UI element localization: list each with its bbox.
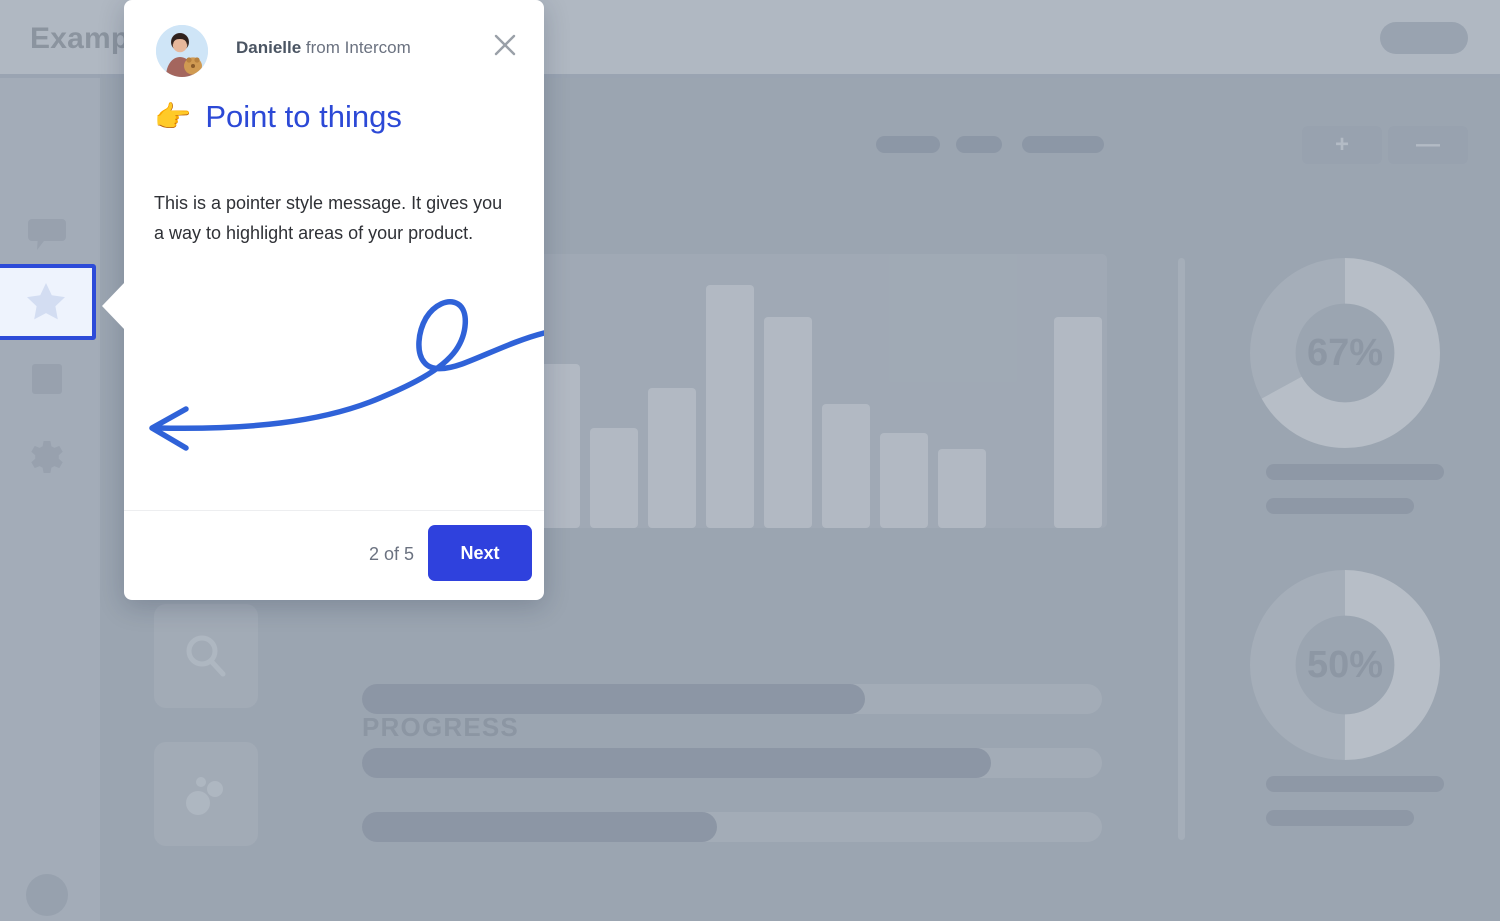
tooltip-title-row: 👉 Point to things (154, 98, 534, 137)
chart-bar (648, 388, 696, 528)
header-action-pill[interactable] (1380, 22, 1468, 54)
chart-bar (764, 316, 812, 528)
pointer-message-tooltip: Danielle from Intercom 👉 Point to things… (102, 0, 544, 600)
donut-caption-line-2 (1266, 498, 1414, 514)
sender-label: Danielle from Intercom (236, 38, 411, 58)
donut-chart-1: 67% (1250, 258, 1440, 448)
search-tile[interactable] (154, 604, 258, 708)
tooltip-pointer-notch (102, 282, 125, 330)
curved-arrow-doodle (149, 299, 544, 451)
chart-bar (938, 448, 986, 528)
zoom-out-button[interactable]: — (1388, 126, 1468, 164)
filter-chip-2[interactable] (956, 136, 1002, 153)
plus-icon: + (1334, 131, 1350, 158)
minus-icon: — (1416, 131, 1440, 158)
bar-chart (527, 254, 1107, 528)
bubbles-icon (186, 777, 223, 815)
gear-icon (31, 441, 63, 473)
close-button[interactable] (492, 32, 518, 58)
search-icon (186, 635, 226, 677)
sidebar (0, 78, 100, 921)
tooltip-footer: 2 of 5 Next (124, 510, 544, 600)
sender-name: Danielle (236, 38, 302, 57)
step-counter: 2 of 5 (368, 544, 414, 564)
tooltip-body-text: This is a pointer style message. It give… (154, 193, 503, 243)
donut-caption-line-3 (1266, 776, 1444, 792)
chart-bar (880, 432, 928, 528)
square-icon (32, 364, 62, 394)
avatar[interactable] (26, 874, 68, 916)
donut-card-1: 67% (1250, 258, 1444, 514)
donut-chart-2: 50% (1250, 570, 1440, 760)
donut-card-2: 50% (1250, 570, 1444, 826)
chat-bubble-icon (28, 219, 66, 250)
next-button[interactable]: Next (428, 525, 532, 581)
tooltip-header: Danielle from Intercom (124, 0, 544, 96)
sender-suffix: from Intercom (301, 38, 411, 57)
filter-chip-1[interactable] (876, 136, 940, 153)
donut-value-1: 67% (1306, 331, 1384, 374)
chart-bar (822, 403, 870, 528)
chart-bar (590, 427, 638, 528)
donut-value-2: 50% (1306, 643, 1384, 686)
sidebar-item-star[interactable] (0, 264, 96, 340)
progress-bar-fill-2 (362, 748, 991, 778)
progress-bar-fill-1 (362, 684, 866, 714)
sender-avatar-image (156, 25, 208, 77)
close-icon (494, 34, 516, 56)
page-title: Examp (30, 22, 130, 55)
sender-avatar (156, 25, 208, 77)
progress-bar-1 (362, 684, 1102, 714)
donut-caption-line-1 (1266, 464, 1444, 480)
tooltip-title: Point to things (205, 99, 402, 134)
chart-bar (1054, 316, 1102, 528)
bubbles-tile[interactable] (154, 742, 258, 846)
sidebar-item-chat[interactable] (26, 214, 68, 256)
progress-bar-3 (362, 812, 1102, 842)
progress-bar-2 (362, 748, 1102, 778)
star-icon (27, 283, 65, 320)
sidebar-item-settings[interactable] (26, 438, 68, 480)
progress-section-title: PROGRESS (362, 712, 519, 742)
donut-caption-line-4 (1266, 810, 1414, 826)
pointing-hand-icon: 👉 (154, 100, 192, 134)
chart-bar (706, 285, 754, 528)
progress-bar-fill-3 (362, 812, 718, 842)
zoom-in-button[interactable]: + (1302, 126, 1382, 164)
vertical-divider (1178, 258, 1185, 840)
sidebar-item-square[interactable] (26, 358, 68, 400)
filter-chip-3[interactable] (1022, 136, 1104, 153)
